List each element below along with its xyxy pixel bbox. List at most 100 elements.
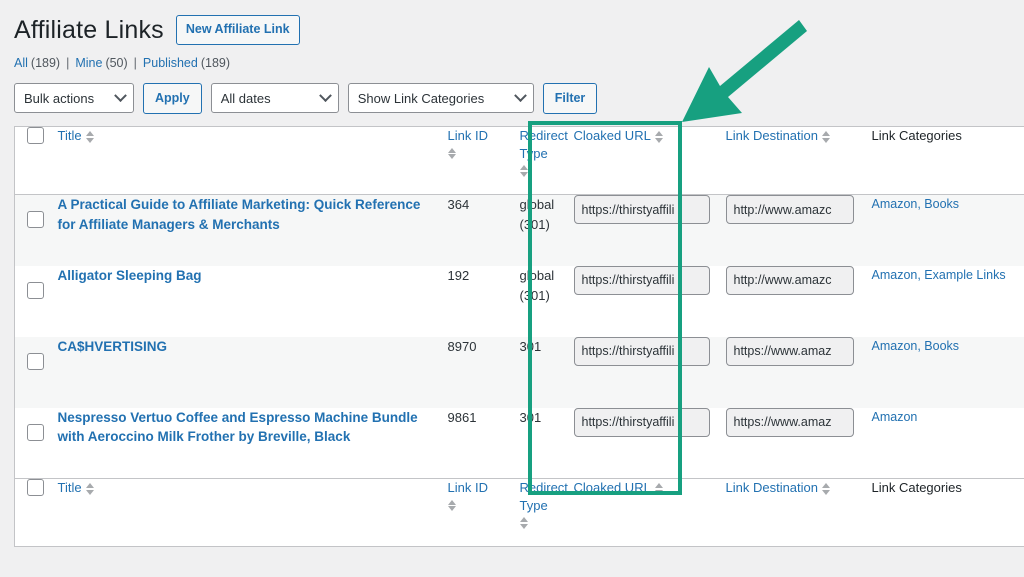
row-link-id: 364 xyxy=(447,197,470,213)
footer-cloaked-url: Cloaked URL xyxy=(573,478,726,547)
row-redirect-type-cell: global (301) xyxy=(520,266,574,337)
row-link-destination-cell: http://www.amazc xyxy=(725,265,872,337)
row-link-id: 192 xyxy=(447,267,470,283)
header-link-destination-label: Link Destination xyxy=(725,128,819,144)
row-cloaked-url-cell: https://thirstyaffili xyxy=(573,195,726,266)
apply-button[interactable]: Apply xyxy=(143,82,202,115)
row-checkbox[interactable] xyxy=(27,281,44,299)
filter-separator-2: | xyxy=(133,55,137,70)
row-link-categories[interactable]: Amazon, Books xyxy=(872,197,960,211)
select-all-checkbox-footer[interactable] xyxy=(27,479,44,497)
sort-link-destination-link-footer[interactable]: Link Destination xyxy=(726,479,832,497)
sort-arrows-icon xyxy=(654,483,664,495)
status-filter-published[interactable]: Published xyxy=(143,56,198,70)
status-filter-mine[interactable]: Mine xyxy=(75,56,102,70)
row-title-link[interactable]: Alligator Sleeping Bag xyxy=(58,266,448,286)
new-affiliate-link-button[interactable]: New Affiliate Link xyxy=(175,15,300,46)
footer-redirect-type: Redirect Type xyxy=(519,478,574,547)
row-cloaked-url-cell: https://thirstyaffili xyxy=(573,265,726,337)
row-title-link[interactable]: Nespresso Vertuo Coffee and Espresso Mac… xyxy=(58,408,448,447)
link-destination-input[interactable]: http://www.amazc xyxy=(725,265,854,295)
row-cloaked-url-cell: https://thirstyaffili xyxy=(573,336,726,408)
header-redirect-type-line2: Type xyxy=(519,145,548,161)
sort-cloaked-url-link[interactable]: Cloaked URL xyxy=(574,127,664,145)
row-redirect-type-cell: global (301) xyxy=(520,195,574,266)
sort-link-id-link-footer[interactable]: Link ID xyxy=(448,479,488,497)
row-link-categories-cell: Amazon xyxy=(872,408,1024,479)
row-title-link[interactable]: CA$HVERTISING xyxy=(58,337,448,357)
sort-arrows-icon xyxy=(447,147,457,160)
row-title-cell: A Practical Guide to Affiliate Marketing… xyxy=(58,195,448,266)
table-row: Nespresso Vertuo Coffee and Espresso Mac… xyxy=(14,407,1024,479)
link-destination-input[interactable]: https://www.amaz xyxy=(725,336,854,366)
sort-arrows-icon xyxy=(519,517,529,529)
row-checkbox[interactable] xyxy=(27,352,44,370)
header-link-id-label: Link ID xyxy=(447,128,488,144)
footer-title: Title xyxy=(57,478,448,547)
header-title: Title xyxy=(57,126,448,196)
chevron-down-icon xyxy=(318,89,332,102)
link-destination-input[interactable]: https://www.amaz xyxy=(725,407,854,437)
select-all-footer xyxy=(14,478,58,547)
date-filter-value: All dates xyxy=(220,90,271,106)
footer-title-label: Title xyxy=(57,480,82,496)
table-row: CA$HVERTISING 8970 301 https://thirstyaf… xyxy=(14,336,1024,408)
footer-cloaked-url-label: Cloaked URL xyxy=(573,480,651,496)
cloaked-url-input[interactable]: https://thirstyaffili xyxy=(573,407,710,437)
sort-arrows-icon xyxy=(822,483,831,495)
sort-cloaked-url-link-footer[interactable]: Cloaked URL xyxy=(574,479,664,497)
row-redirect-type-line2: (301) xyxy=(519,217,550,233)
sort-title-link-footer[interactable]: Title xyxy=(58,479,95,497)
row-link-categories[interactable]: Amazon xyxy=(872,410,918,424)
status-filter-published-count: (189) xyxy=(200,55,231,70)
row-link-id-cell: 192 xyxy=(448,266,520,337)
status-filter-all-count: (189) xyxy=(30,55,61,70)
row-checkbox[interactable] xyxy=(27,211,44,229)
cloaked-url-input[interactable]: https://thirstyaffili xyxy=(573,265,710,295)
row-link-categories[interactable]: Amazon, Books xyxy=(872,339,960,353)
row-title-link[interactable]: A Practical Guide to Affiliate Marketing… xyxy=(58,195,448,234)
sort-redirect-type-link[interactable]: Redirect Type xyxy=(520,127,568,162)
cloaked-url-input[interactable]: https://thirstyaffili xyxy=(573,195,710,225)
row-cloaked-url-cell: https://thirstyaffili xyxy=(573,407,726,479)
row-title-cell: Alligator Sleeping Bag xyxy=(58,266,448,337)
header-link-id: Link ID xyxy=(447,126,520,196)
row-link-categories[interactable]: Amazon, Example Links xyxy=(872,268,1006,282)
cloaked-url-input[interactable]: https://thirstyaffili xyxy=(573,336,710,366)
status-filter-all[interactable]: All xyxy=(14,56,28,70)
link-categories-select[interactable]: Show Link Categories xyxy=(347,83,534,114)
bulk-actions-select[interactable]: Bulk actions xyxy=(14,83,134,114)
footer-redirect-type-line1: Redirect xyxy=(519,480,568,496)
table-row: A Practical Guide to Affiliate Marketing… xyxy=(14,194,1024,266)
row-redirect-type-line1: 301 xyxy=(519,338,542,354)
row-redirect-type-cell: 301 xyxy=(520,408,574,479)
row-title-cell: Nespresso Vertuo Coffee and Espresso Mac… xyxy=(58,408,448,479)
table-foot: Title Link ID Redirect Type Cloaked URL … xyxy=(14,478,1024,547)
footer-link-destination-label: Link Destination xyxy=(725,480,819,496)
link-destination-input[interactable]: http://www.amazc xyxy=(725,195,854,225)
link-categories-value: Show Link Categories xyxy=(357,90,485,106)
row-redirect-type-line1: global xyxy=(519,267,555,283)
filter-button[interactable]: Filter xyxy=(542,82,598,115)
row-link-id-cell: 364 xyxy=(448,195,520,266)
select-all-header xyxy=(14,126,58,196)
row-link-categories-cell: Amazon, Books xyxy=(872,337,1024,408)
header-title-label: Title xyxy=(57,128,82,144)
row-checkbox[interactable] xyxy=(27,423,44,441)
sort-link-id-link[interactable]: Link ID xyxy=(448,127,488,145)
table-navigation-toolbar: Bulk actions Apply All dates Show Link C… xyxy=(14,82,1024,115)
row-title-cell: CA$HVERTISING xyxy=(58,337,448,408)
sort-redirect-type-link-footer[interactable]: Redirect Type xyxy=(520,479,568,514)
date-filter-select[interactable]: All dates xyxy=(210,83,339,114)
affiliate-links-table: Title Link ID Redirect Type Cloaked URL … xyxy=(14,126,1024,548)
row-link-id-cell: 9861 xyxy=(448,408,520,479)
sort-title-link[interactable]: Title xyxy=(58,127,95,145)
row-redirect-type-cell: 301 xyxy=(520,337,574,408)
admin-page: Affiliate Links New Affiliate Link All (… xyxy=(0,0,1024,577)
select-all-checkbox[interactable] xyxy=(27,127,44,145)
chevron-down-icon xyxy=(513,89,527,102)
header-cloaked-url: Cloaked URL xyxy=(573,126,726,196)
row-link-id: 8970 xyxy=(447,338,477,354)
sort-link-destination-link[interactable]: Link Destination xyxy=(726,127,832,145)
sort-arrows-icon xyxy=(822,131,831,143)
